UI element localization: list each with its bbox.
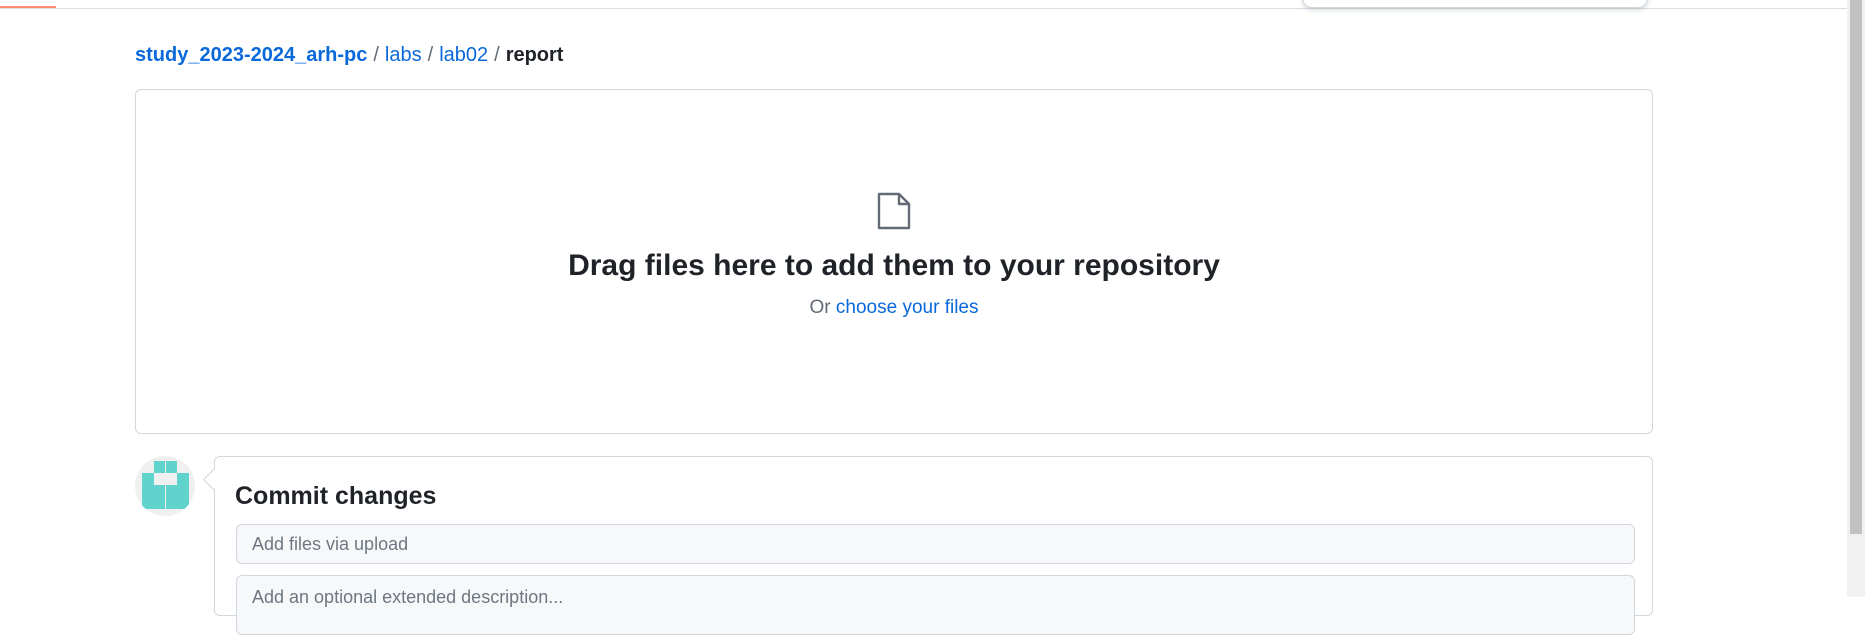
breadcrumb-separator: / (373, 44, 379, 66)
breadcrumb-repo-link[interactable]: study_2023-2024_arh-pc (135, 44, 367, 66)
avatar-pixel (166, 485, 177, 497)
avatar-pixel (154, 485, 165, 497)
file-icon (877, 192, 911, 230)
breadcrumb-separator: / (427, 44, 434, 66)
avatar-pixel (166, 461, 177, 473)
dropdown-popover-edge (1302, 0, 1648, 8)
scrollbar-thumb[interactable] (1850, 0, 1862, 534)
dropzone-title: Drag files here to add them to your repo… (568, 249, 1220, 282)
avatar-pixel (154, 497, 165, 509)
breadcrumb-separator: / (494, 44, 500, 66)
avatar-pixel (177, 473, 189, 509)
breadcrumb: study_2023-2024_arh-pc / labs / lab02/report (135, 43, 563, 67)
commit-title: Commit changes (235, 482, 437, 510)
breadcrumb-current: report (505, 44, 564, 66)
choose-files-link[interactable]: choose your files (836, 297, 979, 318)
dropzone-or-text: Or (809, 297, 831, 318)
commit-description-textarea[interactable] (236, 575, 1635, 635)
avatar-pixel (142, 473, 154, 509)
dropzone-subtitle: Or choose your files (0, 296, 1788, 320)
commit-summary-input[interactable] (236, 524, 1635, 564)
active-tab-indicator (0, 6, 56, 8)
breadcrumb-lab02-link[interactable]: lab02 (439, 44, 488, 66)
avatar[interactable] (135, 456, 195, 516)
avatar-pixel (154, 461, 165, 473)
page-scrollbar[interactable] (1847, 0, 1865, 597)
avatar-pixel (166, 497, 177, 509)
breadcrumb-labs-link[interactable]: labs (385, 44, 422, 66)
